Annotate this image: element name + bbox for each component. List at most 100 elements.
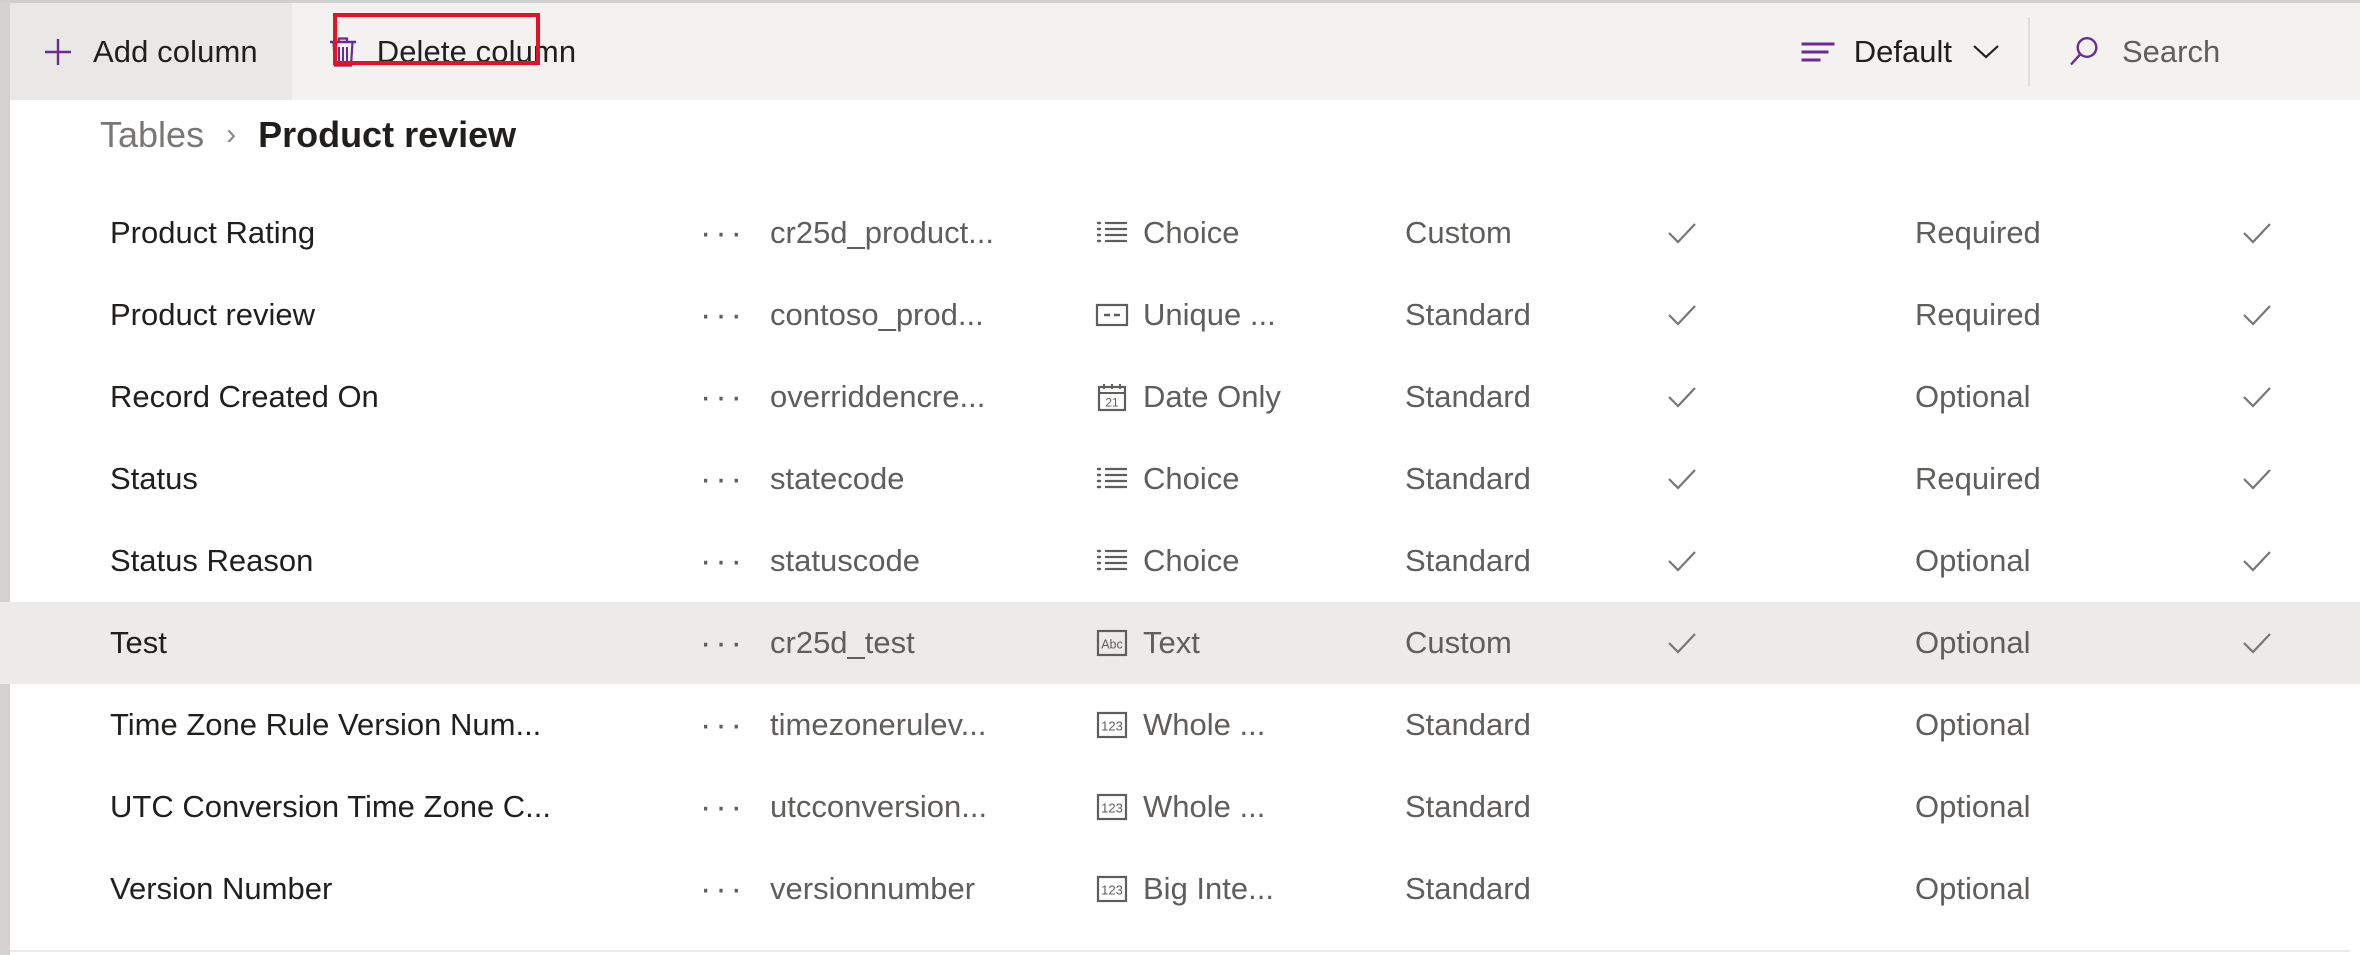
column-customizable-check	[1665, 766, 1765, 848]
column-data-type-label: Unique ...	[1143, 297, 1276, 332]
column-display-name: Time Zone Rule Version Num...	[110, 707, 542, 742]
breadcrumb-separator-icon: ›	[226, 118, 237, 151]
row-overflow-menu-button[interactable]: ···	[700, 766, 770, 848]
table-row-content: Record Created On ··· overriddencre... 21 Da…	[80, 356, 2290, 438]
table-row[interactable]: Test ··· cr25d_test Abc Text Custom Optional	[0, 602, 2360, 684]
column-display-name: Record Created On	[110, 379, 379, 414]
checkmark-icon	[1665, 628, 1699, 658]
row-overflow-menu-button[interactable]: ···	[700, 520, 770, 602]
filter-icon	[1800, 39, 1836, 65]
breadcrumb: Tables › Product review	[0, 100, 2360, 170]
checkmark-icon	[2240, 546, 2274, 576]
column-logical-name: utcconversion...	[770, 789, 988, 824]
column-requirement: Optional	[1915, 789, 2031, 824]
table-row-content: Product Rating ··· cr25d_product... Choice C…	[80, 192, 2290, 274]
column-data-type: Choice	[1095, 438, 1395, 520]
grid-bottom-divider	[10, 950, 2350, 952]
row-overflow-menu-button[interactable]: ···	[700, 274, 770, 356]
column-searchable-check	[2240, 520, 2340, 602]
columns-grid: Product Rating ··· cr25d_product... Choice C…	[0, 192, 2360, 952]
column-searchable-check	[2240, 192, 2340, 274]
checkmark-icon	[2240, 464, 2274, 494]
column-requirement: Required	[1915, 297, 2041, 332]
column-type-category: Standard	[1405, 707, 1531, 742]
table-row[interactable]: Record Created On ··· overriddencre... 21 Da…	[0, 356, 2360, 438]
column-requirement: Required	[1915, 461, 2041, 496]
column-type-category: Standard	[1405, 871, 1531, 906]
row-overflow-menu-button[interactable]: ···	[700, 192, 770, 274]
column-data-type-label: Choice	[1143, 215, 1240, 250]
row-overflow-menu-button[interactable]: ···	[700, 356, 770, 438]
column-searchable-check	[2240, 684, 2340, 766]
column-searchable-check	[2240, 274, 2340, 356]
column-customizable-check	[1665, 274, 1765, 356]
table-row-content: Time Zone Rule Version Num... ··· timezone…	[80, 684, 2290, 766]
choice-icon	[1095, 544, 1129, 578]
command-bar-right-group: Default Search	[1778, 3, 2360, 100]
table-row[interactable]: Status ··· statecode Choice Standard Required	[0, 438, 2360, 520]
row-overflow-menu-button[interactable]: ···	[700, 848, 770, 930]
column-data-type-label: Text	[1143, 625, 1200, 660]
row-overflow-menu-button[interactable]: ···	[700, 684, 770, 766]
table-row[interactable]: Version Number ··· versionnumber 123 Big Int…	[0, 848, 2360, 930]
chevron-down-icon	[1970, 34, 2002, 70]
search-icon	[2066, 34, 2102, 70]
column-searchable-check	[2240, 356, 2340, 438]
add-column-label: Add column	[93, 33, 258, 69]
column-data-type: 21 Date Only	[1095, 356, 1395, 438]
column-searchable-check	[2240, 438, 2340, 520]
table-row[interactable]: UTC Conversion Time Zone C... ··· utcconve…	[0, 766, 2360, 848]
checkmark-icon	[2240, 382, 2274, 412]
page-title: Product review	[258, 114, 517, 155]
checkmark-icon	[1665, 464, 1699, 494]
delete-column-button[interactable]: Delete column	[291, 3, 617, 100]
column-type-category: Standard	[1405, 789, 1531, 824]
search-input[interactable]: Search	[2030, 3, 2360, 100]
row-overflow-menu-button[interactable]: ···	[700, 438, 770, 520]
column-data-type-label: Whole ...	[1143, 789, 1266, 824]
column-customizable-check	[1665, 520, 1765, 602]
column-type-category: Custom	[1405, 215, 1512, 250]
checkmark-icon	[2240, 628, 2274, 658]
checkmark-icon	[1665, 300, 1699, 330]
table-row[interactable]: Product Rating ··· cr25d_product... Choice C…	[0, 192, 2360, 274]
unique-identifier-icon	[1095, 298, 1129, 332]
add-column-button[interactable]: Add column	[10, 3, 292, 100]
column-display-name: Product Rating	[110, 215, 316, 250]
calendar-icon: 21	[1095, 380, 1129, 414]
column-logical-name: timezonerulev...	[770, 707, 987, 742]
column-data-type-label: Choice	[1143, 461, 1240, 496]
row-overflow-menu-button[interactable]: ···	[700, 602, 770, 684]
column-data-type: 123 Big Inte...	[1095, 848, 1395, 930]
table-row[interactable]: Status Reason ··· statuscode Choice Standard…	[0, 520, 2360, 602]
breadcrumb-tables-link[interactable]: Tables	[100, 114, 204, 156]
table-row[interactable]: Time Zone Rule Version Num... ··· timezone…	[0, 684, 2360, 766]
column-data-type: 123 Whole ...	[1095, 766, 1395, 848]
columns-page: Add column Delete column Default Search …	[0, 0, 2360, 955]
svg-text:123: 123	[1101, 883, 1123, 898]
view-selector-label: Default	[1853, 33, 1952, 69]
column-display-name: Product review	[110, 297, 316, 332]
column-display-name: Status	[110, 461, 198, 496]
checkmark-icon	[2240, 218, 2274, 248]
column-customizable-check	[1665, 684, 1765, 766]
number-123-icon: 123	[1095, 790, 1129, 824]
column-logical-name: statuscode	[770, 543, 920, 578]
table-row[interactable]: Product review ··· contoso_prod... Unique .…	[0, 274, 2360, 356]
column-requirement: Optional	[1915, 543, 2031, 578]
number-123-icon: 123	[1095, 872, 1129, 906]
column-customizable-check	[1665, 848, 1765, 930]
column-customizable-check	[1665, 192, 1765, 274]
column-logical-name: statecode	[770, 461, 905, 496]
column-logical-name: overriddencre...	[770, 379, 986, 414]
column-logical-name: cr25d_product...	[770, 215, 995, 250]
view-selector[interactable]: Default	[1778, 3, 2028, 100]
column-logical-name: versionnumber	[770, 871, 976, 906]
column-searchable-check	[2240, 766, 2340, 848]
column-type-category: Custom	[1405, 625, 1512, 660]
plus-icon	[40, 34, 76, 70]
column-searchable-check	[2240, 848, 2340, 930]
column-searchable-check	[2240, 602, 2340, 684]
column-type-category: Standard	[1405, 543, 1531, 578]
table-row-content: Version Number ··· versionnumber 123 Big Int…	[80, 848, 2290, 930]
